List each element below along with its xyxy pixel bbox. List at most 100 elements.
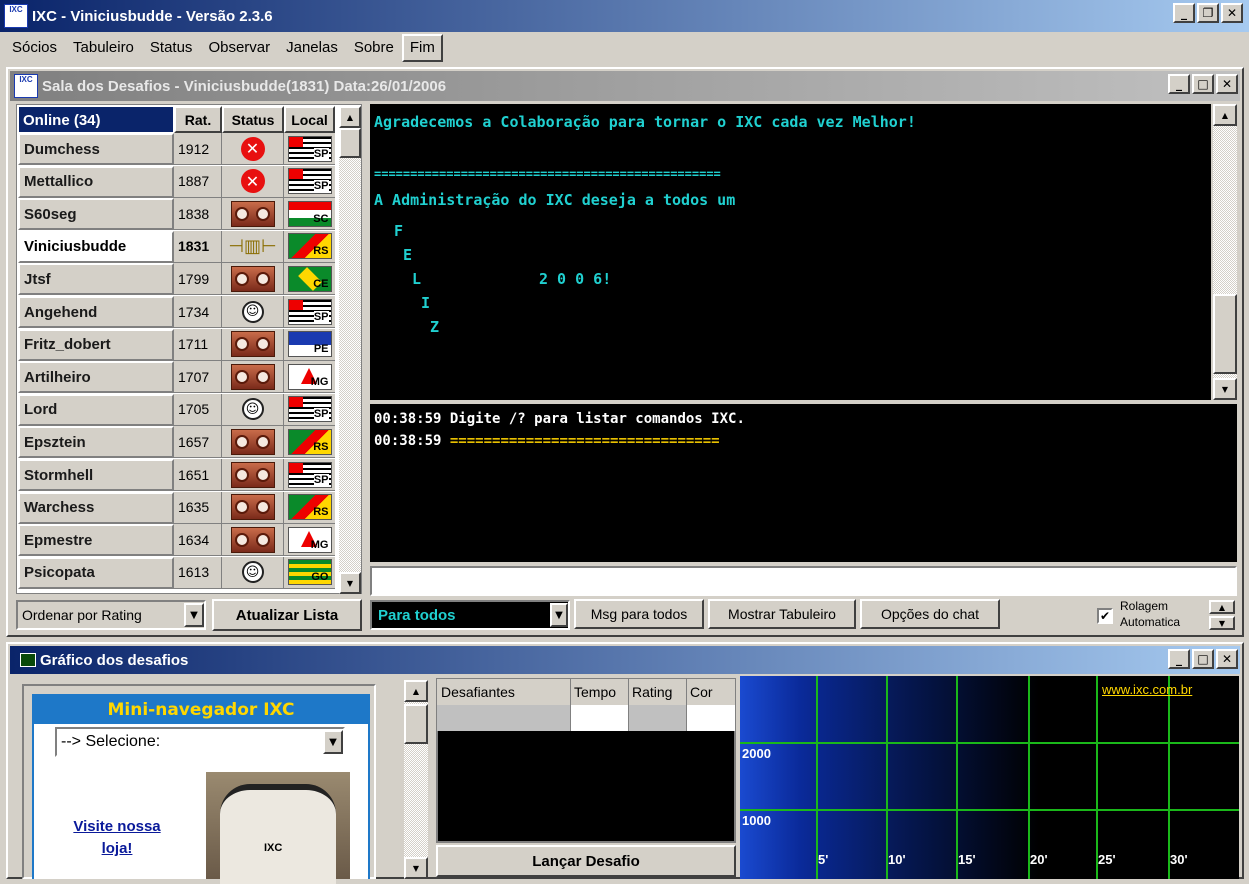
- scroll-thumb[interactable]: [404, 704, 428, 744]
- scroll-down-icon[interactable]: ▼: [1213, 378, 1237, 400]
- player-row[interactable]: Epmestre 1634 MG: [18, 524, 335, 557]
- minimize-button[interactable]: _: [1173, 3, 1195, 23]
- maximize-button[interactable]: □: [1192, 649, 1214, 669]
- tshirt-image[interactable]: IXC: [206, 772, 350, 884]
- player-name[interactable]: Artilheiro: [18, 361, 174, 394]
- chat-input[interactable]: [370, 566, 1237, 596]
- close-button[interactable]: ✕: [1221, 3, 1243, 23]
- menu-sobre[interactable]: Sobre: [346, 33, 402, 63]
- status-header[interactable]: Status: [222, 106, 284, 133]
- chat-options-button[interactable]: Opções do chat: [860, 599, 1000, 629]
- player-name[interactable]: Angehend: [18, 296, 174, 328]
- player-rating: 1887: [174, 165, 222, 198]
- player-rating: 1838: [174, 198, 222, 231]
- player-row[interactable]: Lord 1705 ☺ SP: [18, 393, 335, 426]
- sort-select[interactable]: Ordenar por Rating ▼: [16, 600, 206, 630]
- player-row[interactable]: S60seg 1838 SC: [18, 198, 335, 231]
- spin-up-icon[interactable]: ▲: [1209, 600, 1235, 614]
- state-flag-icon: GO: [287, 559, 332, 586]
- player-row[interactable]: Stormhell 1651 SP: [18, 459, 335, 491]
- player-row[interactable]: Dumchess 1912 ✕ SP: [18, 133, 335, 165]
- mini-browser-scrollbar[interactable]: ▲ ▼: [404, 680, 428, 879]
- maximize-button[interactable]: □: [1192, 74, 1214, 94]
- local-header[interactable]: Local: [284, 106, 335, 133]
- player-name[interactable]: Stormhell: [18, 459, 174, 491]
- challenges-empty-row[interactable]: [437, 705, 735, 731]
- col-color[interactable]: Cor: [687, 679, 735, 705]
- restore-button[interactable]: ❐: [1197, 3, 1219, 23]
- menu-socios[interactable]: Sócios: [4, 33, 65, 63]
- graph-window-titlebar[interactable]: Gráfico dos desafios _ □ ✕: [10, 646, 1240, 674]
- show-board-button[interactable]: Mostrar Tabuleiro: [708, 599, 856, 629]
- scroll-up-icon[interactable]: ▲: [1213, 104, 1237, 126]
- ixc-site-link[interactable]: www.ixc.com.br: [1102, 682, 1192, 697]
- launch-challenge-button[interactable]: Lançar Desafio: [436, 845, 736, 877]
- player-name[interactable]: Dumchess: [18, 133, 174, 165]
- menu-fim[interactable]: Fim: [401, 34, 443, 62]
- rating-header[interactable]: Rat.: [174, 106, 222, 133]
- recipient-select[interactable]: Para todos ▼: [370, 600, 570, 630]
- player-name[interactable]: Psicopata: [18, 556, 174, 589]
- scroll-up-icon[interactable]: ▲: [339, 106, 361, 128]
- chevron-down-icon[interactable]: ▼: [184, 603, 204, 627]
- close-button[interactable]: ✕: [1216, 74, 1238, 94]
- mini-browser-select[interactable]: --> Selecione: ▼: [55, 727, 345, 757]
- refresh-list-button[interactable]: Atualizar Lista: [212, 599, 362, 631]
- scroll-thumb[interactable]: [1213, 294, 1237, 374]
- col-time[interactable]: Tempo: [571, 679, 629, 705]
- player-row[interactable]: Psicopata 1613 ☺ GO: [18, 556, 335, 589]
- minimize-button[interactable]: _: [1168, 649, 1190, 669]
- menu-janelas[interactable]: Janelas: [278, 33, 346, 63]
- msg-all-button[interactable]: Msg para todos: [574, 599, 704, 629]
- player-row[interactable]: Fritz_dobert 1711 PE: [18, 328, 335, 361]
- scroll-up-icon[interactable]: ▲: [404, 680, 428, 702]
- spin-down-icon[interactable]: ▼: [1209, 616, 1235, 630]
- scroll-down-icon[interactable]: ▼: [404, 857, 428, 879]
- player-row[interactable]: Epsztein 1657 RS: [18, 426, 335, 459]
- grid-line: [1168, 676, 1170, 879]
- ixc-logo-icon: IXC: [14, 74, 38, 98]
- player-row[interactable]: Viniciusbudde 1831 ⊣▥⊢ RS: [18, 230, 335, 263]
- player-name[interactable]: Mettallico: [18, 165, 174, 198]
- player-row[interactable]: Warchess 1635 RS: [18, 491, 335, 524]
- player-name[interactable]: Epsztein: [18, 426, 174, 459]
- cell: [629, 705, 687, 731]
- player-row[interactable]: Mettallico 1887 ✕ SP: [18, 165, 335, 198]
- challenge-room-titlebar[interactable]: IXC Sala dos Desafios - Viniciusbudde(18…: [10, 71, 1240, 101]
- autoscroll-checkbox[interactable]: ✔: [1097, 608, 1113, 624]
- player-name[interactable]: Jtsf: [18, 263, 174, 296]
- declined-x-icon: ✕: [240, 169, 265, 194]
- announcement-scrollbar[interactable]: ▲ ▼: [1213, 104, 1237, 400]
- player-row[interactable]: Jtsf 1799 CE: [18, 263, 335, 296]
- player-name[interactable]: Epmestre: [18, 524, 174, 557]
- chevron-down-icon[interactable]: ▼: [323, 730, 343, 754]
- announce-line: A Administração do IXC deseja a todos um: [374, 191, 736, 209]
- col-challengers[interactable]: Desafiantes: [437, 679, 571, 705]
- player-name[interactable]: Viniciusbudde: [18, 230, 174, 263]
- minimize-button[interactable]: _: [1168, 74, 1190, 94]
- player-row[interactable]: Artilheiro 1707 MG: [18, 361, 335, 394]
- player-row[interactable]: Angehend 1734 ☺ SP: [18, 296, 335, 328]
- player-name[interactable]: Fritz_dobert: [18, 328, 174, 361]
- visit-store-link[interactable]: Visite nossa loja!: [58, 816, 176, 860]
- scroll-down-icon[interactable]: ▼: [339, 572, 361, 594]
- online-header[interactable]: Online (34): [18, 106, 174, 133]
- player-status: [222, 426, 284, 459]
- app-titlebar[interactable]: IXC IXC - Viniciusbudde - Versão 2.3.6 _…: [0, 0, 1249, 32]
- menu-status[interactable]: Status: [142, 33, 201, 63]
- plug-icon: ⊣▥⊢: [228, 235, 277, 257]
- player-name[interactable]: Lord: [18, 393, 174, 426]
- cell: [437, 705, 571, 731]
- chevron-down-icon[interactable]: ▼: [550, 603, 568, 627]
- challenge-graph[interactable]: www.ixc.com.br 2000 1000 5' 10' 15' 20' …: [740, 676, 1239, 879]
- scroll-thumb[interactable]: [339, 128, 361, 158]
- menu-tabuleiro[interactable]: Tabuleiro: [65, 33, 142, 63]
- col-rating[interactable]: Rating: [629, 679, 687, 705]
- player-list-scrollbar[interactable]: ▲ ▼: [339, 106, 361, 594]
- menu-observar[interactable]: Observar: [200, 33, 278, 63]
- grid-line: [740, 742, 1239, 744]
- close-button[interactable]: ✕: [1216, 649, 1238, 669]
- player-name[interactable]: S60seg: [18, 198, 174, 231]
- player-name[interactable]: Warchess: [18, 491, 174, 524]
- state-flag-icon: MG: [287, 526, 332, 553]
